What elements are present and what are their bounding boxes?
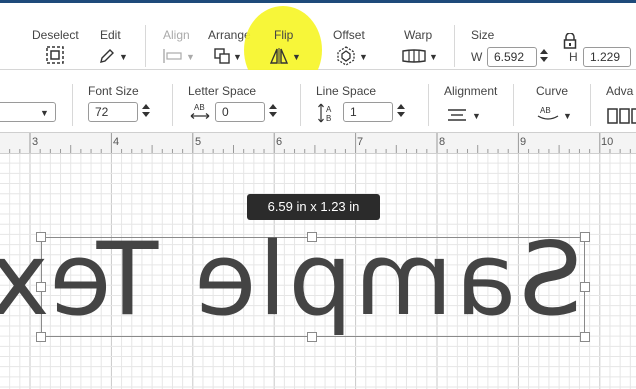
divider bbox=[513, 84, 514, 126]
ruler-label: 4 bbox=[113, 136, 120, 148]
edit-pencil-icon[interactable] bbox=[98, 47, 116, 65]
divider bbox=[590, 84, 591, 126]
line-space-stepper[interactable] bbox=[395, 102, 407, 122]
line-space-field[interactable]: 1 bbox=[343, 102, 393, 122]
align-label: Align bbox=[163, 28, 190, 42]
advanced-icon[interactable] bbox=[607, 108, 636, 124]
divider bbox=[172, 84, 173, 126]
resize-handle-bottom-left[interactable] bbox=[36, 332, 46, 342]
deselect-label: Deselect bbox=[32, 28, 79, 42]
flip-label: Flip bbox=[274, 28, 294, 42]
divider bbox=[300, 84, 301, 126]
font-size-stepper[interactable] bbox=[140, 102, 152, 122]
resize-handle-top[interactable] bbox=[307, 232, 317, 242]
ruler-label: 5 bbox=[195, 136, 202, 148]
ruler-label: 10 bbox=[601, 136, 614, 148]
dimension-tooltip: 6.59 in x 1.23 in bbox=[247, 194, 380, 220]
ruler-label: 3 bbox=[32, 136, 39, 148]
svg-text:AB: AB bbox=[194, 103, 205, 112]
ruler-label: 6 bbox=[276, 136, 283, 148]
advanced-label: Adva bbox=[606, 84, 634, 98]
arrange-chevron-down-icon[interactable]: ▼ bbox=[233, 52, 242, 62]
font-size-label: Font Size bbox=[88, 84, 139, 98]
divider bbox=[72, 84, 73, 126]
ruler-ticks bbox=[9, 133, 631, 153]
line-space-label: Line Space bbox=[316, 84, 377, 98]
edit-chevron-down-icon[interactable]: ▼ bbox=[119, 52, 128, 62]
resize-handle-bottom-right[interactable] bbox=[580, 332, 590, 342]
resize-handle-right[interactable] bbox=[580, 282, 590, 292]
divider bbox=[428, 84, 429, 126]
curve-label: Curve bbox=[536, 84, 569, 98]
curve-icon[interactable]: AB bbox=[536, 104, 560, 122]
arrange-icon[interactable] bbox=[213, 47, 231, 65]
letter-space-icon: AB bbox=[190, 103, 210, 119]
ruler-label: 8 bbox=[439, 136, 446, 148]
design-canvas[interactable]: 3 4 5 6 7 8 9 10 6.59 in x 1.23 in Sampl… bbox=[0, 133, 636, 389]
edit-label: Edit bbox=[100, 28, 121, 42]
letter-space-field[interactable]: 0 bbox=[215, 102, 265, 122]
align-icon[interactable] bbox=[163, 49, 183, 63]
svg-text:A: A bbox=[326, 105, 332, 114]
letter-space-stepper[interactable] bbox=[267, 102, 279, 122]
svg-text:AB: AB bbox=[540, 106, 551, 115]
svg-text:B: B bbox=[326, 114, 331, 123]
resize-handle-bottom[interactable] bbox=[307, 332, 317, 342]
line-space-icon: A B bbox=[318, 103, 332, 123]
resize-handle-top-right[interactable] bbox=[580, 232, 590, 242]
alignment-icon[interactable] bbox=[447, 108, 467, 122]
divider bbox=[145, 25, 146, 67]
resize-handle-top-left[interactable] bbox=[36, 232, 46, 242]
font-chevron-down-icon[interactable]: ▼ bbox=[40, 108, 49, 118]
curve-chevron-down-icon[interactable]: ▼ bbox=[563, 111, 572, 121]
alignment-label: Alignment bbox=[444, 84, 498, 98]
flip-chevron-down-icon[interactable]: ▼ bbox=[292, 52, 301, 62]
flip-icon[interactable] bbox=[269, 47, 289, 65]
horizontal-ruler: 3 4 5 6 7 8 9 10 bbox=[0, 133, 636, 154]
resize-handle-left[interactable] bbox=[36, 282, 46, 292]
text-toolbar: ▼ Font Size 72 Letter Space AB 0 Line Sp… bbox=[0, 70, 636, 133]
deselect-icon[interactable] bbox=[45, 45, 65, 65]
letter-space-label: Letter Space bbox=[188, 84, 257, 98]
ruler-label: 9 bbox=[520, 136, 527, 148]
alignment-chevron-down-icon[interactable]: ▼ bbox=[472, 111, 481, 121]
ruler-label: 7 bbox=[357, 136, 364, 148]
font-size-field[interactable]: 72 bbox=[88, 102, 138, 122]
align-chevron-down-icon[interactable]: ▼ bbox=[186, 52, 195, 62]
